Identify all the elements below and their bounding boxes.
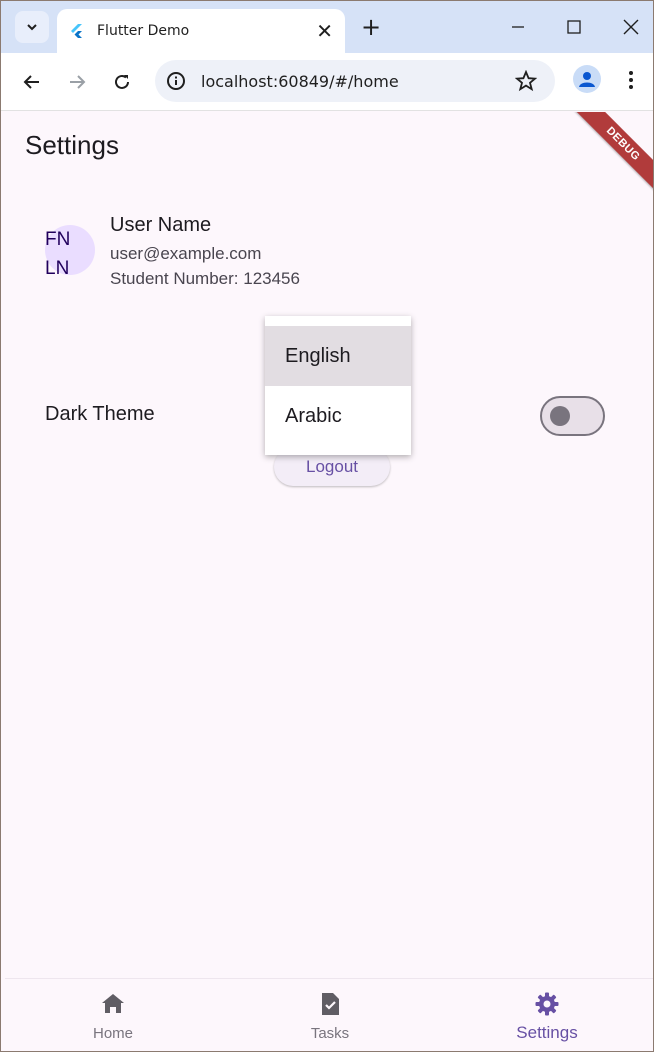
new-tab-button[interactable]: + (357, 13, 385, 41)
browser-toolbar: localhost:60849/#/home (1, 53, 653, 111)
flutter-icon (71, 24, 82, 38)
maximize-icon (567, 20, 581, 34)
nav-item-settings[interactable]: Settings (439, 979, 653, 1051)
reload-icon (115, 74, 129, 89)
browser-tab[interactable]: Flutter Demo ✕ (57, 9, 345, 53)
browser-window: Flutter Demo ✕ + localhost:60849/#/home (0, 0, 654, 1052)
menu-item-arabic[interactable]: Arabic (265, 386, 411, 446)
info-icon[interactable] (165, 70, 187, 92)
settings-icon (535, 992, 559, 1016)
close-icon (623, 19, 639, 35)
close-tab-icon[interactable]: ✕ (316, 21, 333, 41)
arrow-right-icon (70, 75, 86, 89)
chevron-down-icon (27, 24, 37, 31)
home-icon (102, 994, 124, 1013)
switch-thumb (550, 406, 570, 426)
back-button[interactable] (17, 67, 47, 97)
tab-title: Flutter Demo (97, 23, 190, 39)
dark-theme-switch[interactable] (540, 396, 605, 436)
task-icon (322, 993, 339, 1015)
url-text[interactable]: localhost:60849/#/home (201, 72, 555, 91)
user-email: user@example.com (110, 244, 262, 263)
minimize-button[interactable] (503, 13, 533, 41)
tab-search-button[interactable] (15, 11, 49, 43)
address-bar[interactable]: localhost:60849/#/home (155, 60, 555, 102)
bookmark-star-icon[interactable] (514, 69, 538, 97)
flutter-app: Settings DEBUG FN LN User Name user@exam… (5, 112, 653, 1051)
reload-button[interactable] (107, 67, 137, 97)
close-window-button[interactable] (616, 13, 646, 41)
avatar-initials: FN LN (45, 229, 71, 279)
maximize-button[interactable] (559, 13, 589, 41)
minimize-icon (512, 26, 524, 28)
arrow-left-icon (23, 75, 39, 89)
language-dropdown-menu: English Arabic (265, 316, 411, 455)
menu-item-english[interactable]: English (265, 326, 411, 386)
bottom-navigation-bar: Home Tasks Settings (5, 978, 653, 1051)
profile-avatar-icon[interactable] (573, 65, 601, 93)
debug-banner: DEBUG (566, 112, 653, 201)
nav-label-settings: Settings (516, 1023, 578, 1042)
title-bar: Flutter Demo ✕ + (1, 1, 653, 53)
nav-label-home: Home (92, 1025, 133, 1042)
user-name: User Name (110, 214, 212, 236)
page-title: Settings (25, 130, 119, 160)
more-menu-icon[interactable] (621, 67, 641, 93)
nav-item-tasks[interactable]: Tasks (222, 979, 438, 1051)
dark-theme-label: Dark Theme (45, 403, 155, 425)
student-number: Student Number: 123456 (110, 269, 300, 288)
nav-item-home[interactable]: Home (5, 979, 221, 1051)
forward-button[interactable] (62, 67, 92, 97)
nav-label-tasks: Tasks (310, 1025, 350, 1042)
